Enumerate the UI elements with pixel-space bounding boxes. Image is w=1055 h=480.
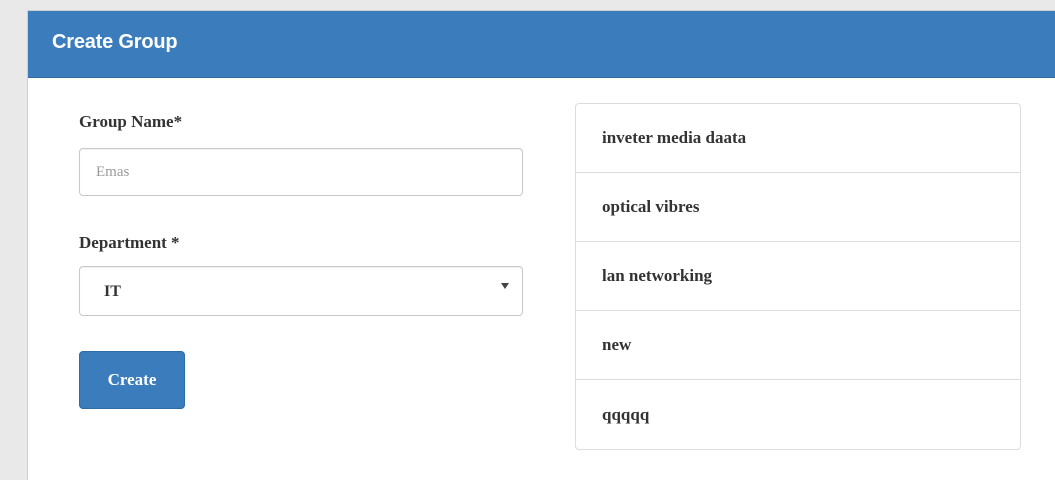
group-list-item[interactable]: qqqqq [576,380,1020,449]
group-list-item[interactable]: optical vibres [576,173,1020,242]
department-label: Department * [79,233,180,252]
panel-header: Create Group [28,11,1055,78]
department-select-value: IT [104,283,121,300]
create-button[interactable]: Create [79,351,185,409]
department-select[interactable]: IT [79,266,523,316]
group-list-item[interactable]: lan networking [576,242,1020,311]
panel-title: Create Group [52,31,178,53]
caret-down-icon [501,283,509,289]
group-list-item[interactable]: inveter media daata [576,104,1020,173]
group-list-item[interactable]: new [576,311,1020,380]
group-list: inveter media daata optical vibres lan n… [575,103,1021,450]
group-name-input[interactable] [79,148,523,196]
group-name-label: Group Name* [79,112,183,131]
create-group-panel: Create Group Group Name* Department * IT… [27,10,1055,480]
